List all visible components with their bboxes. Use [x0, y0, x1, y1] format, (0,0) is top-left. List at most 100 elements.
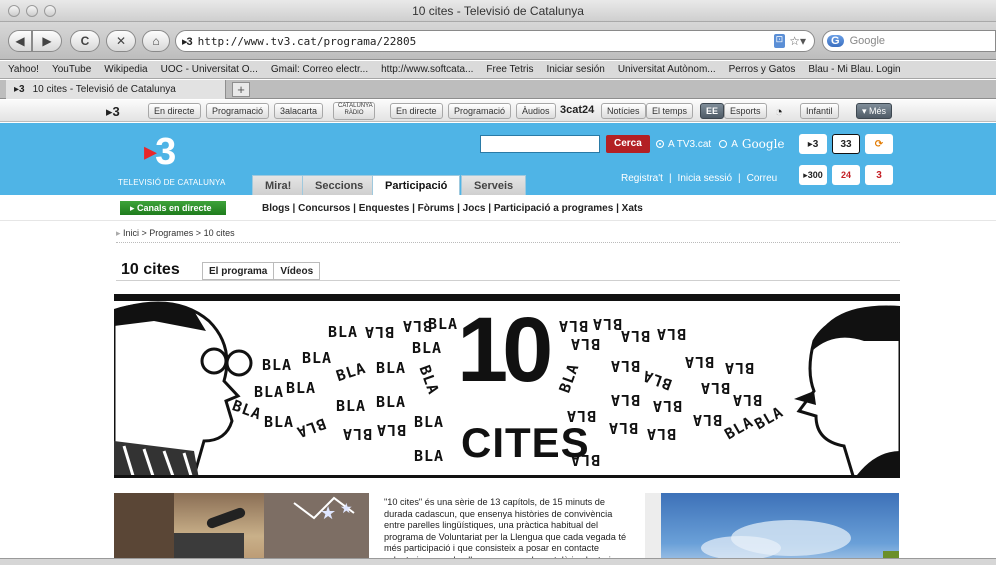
site-header: ▸3 TELEVISIÓ DE CATALUNYA Cerca A TV3.ca…: [0, 123, 996, 195]
radio-google[interactable]: [719, 140, 728, 148]
bookmark-item[interactable]: UOC - Universitat O...: [161, 64, 258, 75]
tv3-logo-icon[interactable]: ▸3: [106, 104, 120, 120]
infantil-link[interactable]: Infantil: [800, 103, 839, 119]
3alacarta-link[interactable]: 3alacarta: [274, 103, 324, 119]
bookmark-item[interactable]: Free Tetris: [486, 64, 533, 75]
browser-toolbar: ◀ ▶ C ✕ ⌂ ▸3 http://www.tv3.cat/programa…: [0, 22, 996, 60]
radio-audios-link[interactable]: Àudios: [516, 103, 556, 119]
tv3-schedule-link[interactable]: Programació: [206, 103, 270, 119]
channel-3cat-icon[interactable]: 3: [865, 165, 893, 185]
tab-videos[interactable]: Vídeos: [274, 262, 321, 280]
sub-navigation: ▸ Canals en directe Blogs | Concursos | …: [0, 195, 996, 221]
breadcrumb-text[interactable]: Inici > Programes > 10 cites: [123, 228, 235, 238]
bla-text: BLA: [415, 362, 443, 398]
esports-link[interactable]: Esports: [724, 103, 767, 119]
url-bar[interactable]: ▸3 http://www.tv3.cat/programa/22805 ⊡ ☆…: [175, 30, 815, 52]
tv3-chevron-icon: ▸: [144, 136, 157, 166]
live-channels-button[interactable]: ▸ Canals en directe: [120, 201, 226, 215]
channel-300-icon[interactable]: ▸300: [799, 165, 827, 185]
bookmark-item[interactable]: Yahoo!: [8, 64, 39, 75]
bla-text: BLA: [558, 317, 589, 335]
tab-serveis[interactable]: Serveis: [461, 175, 527, 195]
search-button[interactable]: Cerca: [606, 135, 650, 153]
mail-link[interactable]: Correu: [747, 173, 778, 184]
participation-links[interactable]: Blogs | Concursos | Enquestes | Fòrums |…: [262, 203, 643, 214]
divider: [116, 280, 900, 281]
search-input[interactable]: G Google: [822, 30, 996, 52]
bookmark-item[interactable]: Universitat Autònom...: [618, 64, 716, 75]
3cat24-logo[interactable]: 3cat24: [560, 104, 594, 116]
tv3-favicon-icon: ▸3: [182, 35, 193, 48]
bla-text: BLA: [684, 353, 715, 371]
more-menu-button[interactable]: ▾ Més: [856, 103, 893, 119]
forward-button[interactable]: ▶: [32, 30, 62, 52]
weather-link[interactable]: El temps: [646, 103, 694, 119]
site-search-input[interactable]: [480, 135, 600, 153]
radio-live-link[interactable]: En directe: [390, 103, 443, 119]
back-button[interactable]: ◀: [8, 30, 32, 52]
bla-text: BLA: [412, 339, 443, 357]
svg-text:★: ★: [340, 501, 353, 517]
brand-subtitle: TELEVISIÓ DE CATALUNYA: [118, 178, 226, 187]
tab-favicon-icon: ▸3: [14, 84, 25, 95]
login-link[interactable]: Inicia sessió: [678, 173, 732, 184]
channel-33-icon[interactable]: 33: [832, 134, 860, 154]
rss-icon[interactable]: ⊡: [773, 34, 786, 48]
bookmark-item[interactable]: Gmail: Correo electr...: [271, 64, 368, 75]
account-links: Registra't | Inicia sessió | Correu: [621, 173, 778, 184]
news-link[interactable]: Notícies: [601, 103, 646, 119]
svg-text:★: ★: [320, 503, 336, 524]
super3-icon[interactable]: ◔: [775, 104, 783, 119]
bookmark-item[interactable]: Iniciar sesión: [546, 64, 604, 75]
bla-text: BLA: [328, 323, 359, 341]
banner-number: 10: [457, 299, 553, 401]
bookmark-item[interactable]: Perros y Gatos: [729, 64, 796, 75]
channel-tv3-icon[interactable]: ▸3: [799, 134, 827, 154]
tv3-live-link[interactable]: En directe: [148, 103, 201, 119]
reload-button[interactable]: C: [70, 30, 100, 52]
radio-schedule-link[interactable]: Programació: [448, 103, 512, 119]
bookmarks-bar: Yahoo! YouTube Wikipedia UOC - Universit…: [0, 61, 996, 79]
bookmark-item[interactable]: Wikipedia: [104, 64, 147, 75]
browser-tab[interactable]: ▸3 10 cites - Televisió de Catalunya: [6, 80, 226, 99]
sky-photo: [701, 520, 899, 565]
channel-324-icon[interactable]: 24: [832, 165, 860, 185]
tab-participacio[interactable]: Participació: [372, 175, 461, 195]
bookmark-item[interactable]: http://www.softcata...: [381, 64, 473, 75]
url-text: http://www.tv3.cat/programa/22805: [197, 34, 417, 48]
program-tabs: El programa Vídeos: [202, 262, 321, 280]
stop-button[interactable]: ✕: [106, 30, 136, 52]
bla-text: BLA: [342, 425, 373, 443]
side-photo[interactable]: [661, 493, 899, 565]
channel-super3-icon[interactable]: ⟳: [865, 134, 893, 154]
star-icon[interactable]: ☆▾: [789, 34, 806, 48]
bla-text: BLA: [264, 413, 295, 431]
bla-text: BLA: [555, 360, 583, 396]
program-photo[interactable]: ★ ★: [114, 493, 369, 565]
tab-el-programa[interactable]: El programa: [202, 262, 275, 280]
bookmark-item[interactable]: Blau - Mi Blau. Login: [808, 64, 900, 75]
tv3-brand-logo[interactable]: ▸3: [144, 133, 176, 174]
window-title: 10 cites - Televisió de Catalunya: [412, 4, 584, 18]
bla-text: BLA: [620, 327, 651, 345]
bookmark-item[interactable]: YouTube: [52, 64, 91, 75]
bla-text: BLA: [414, 447, 445, 465]
radio-tv3[interactable]: [656, 140, 664, 148]
tab-seccions[interactable]: Seccions: [302, 175, 377, 195]
register-link[interactable]: Registra't: [621, 173, 663, 184]
browser-status-bar: [0, 558, 996, 565]
stop-icon: ✕: [115, 34, 127, 48]
tab-mira[interactable]: Mira!: [252, 175, 305, 195]
catalunya-radio-logo[interactable]: CATALUNYA RÀDIO: [333, 102, 375, 120]
google-icon[interactable]: G: [827, 35, 844, 47]
esports-logo[interactable]: EE: [700, 103, 725, 119]
reload-icon: C: [80, 34, 90, 48]
bla-text: BLA: [570, 451, 601, 469]
home-icon: ⌂: [152, 34, 160, 48]
bla-text: BLA: [428, 315, 459, 333]
photo-scene: ★ ★: [114, 493, 369, 565]
home-button[interactable]: ⌂: [142, 30, 170, 52]
new-tab-button[interactable]: +: [232, 82, 250, 97]
bla-text: BLA: [293, 414, 329, 442]
network-bar: ▸3 En directe Programació 3alacarta CATA…: [0, 100, 996, 122]
